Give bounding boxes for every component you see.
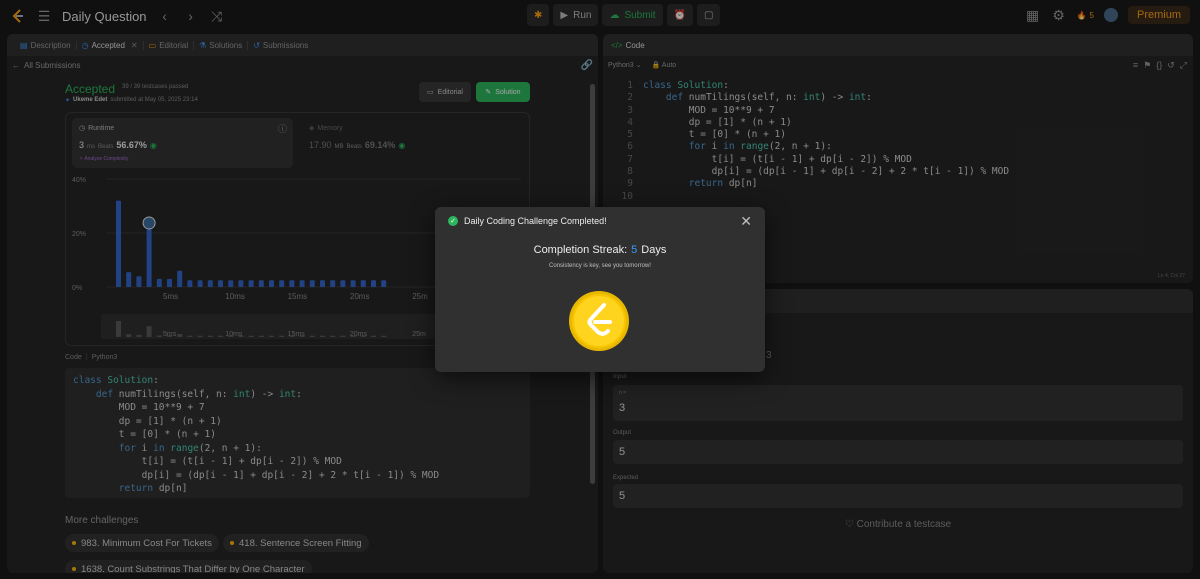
streak-value: 5 — [631, 244, 638, 256]
challenge-complete-modal: ✓ Daily Coding Challenge Completed! ✕ Co… — [435, 207, 765, 372]
leetcode-coin-icon — [569, 291, 629, 351]
modal-header: ✓ Daily Coding Challenge Completed! — [448, 216, 607, 226]
streak-unit: Days — [641, 244, 667, 256]
modal-subtitle: Consistency is key, see you tomorrow! — [549, 263, 651, 269]
streak-label: Completion Streak: — [533, 244, 628, 256]
close-icon[interactable]: ✕ — [740, 213, 752, 230]
modal-title: Daily Coding Challenge Completed! — [464, 216, 607, 226]
check-circle-icon: ✓ — [448, 216, 458, 226]
completion-streak: Completion Streak: 5 Days — [435, 244, 765, 256]
